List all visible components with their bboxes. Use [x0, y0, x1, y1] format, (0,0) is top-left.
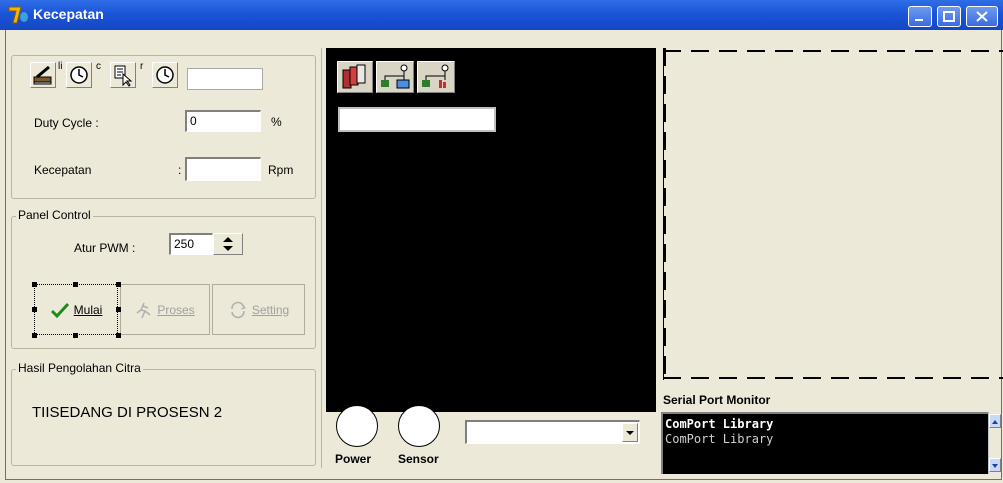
- power-label: Power: [335, 452, 372, 466]
- selection-handle[interactable]: [32, 307, 37, 312]
- selection-handle[interactable]: [116, 333, 121, 338]
- atur-pwm-label: Atur PWM :: [74, 241, 136, 255]
- selection-handle[interactable]: [116, 307, 121, 312]
- clock-icon: [70, 66, 88, 84]
- selection-handle[interactable]: [73, 333, 78, 338]
- dashed-frame: [663, 48, 1003, 379]
- panel-control-title: Panel Control: [16, 208, 93, 222]
- brush-button[interactable]: [30, 62, 56, 88]
- selection-handle[interactable]: [32, 333, 37, 338]
- brush-icon: [33, 65, 52, 85]
- preview-text-field[interactable]: [338, 107, 496, 132]
- chevron-down-icon: [992, 464, 998, 468]
- serial-monitor[interactable]: ComPort Library ComPort Library: [661, 412, 988, 474]
- vertical-divider: [321, 48, 322, 468]
- app-icon: [8, 6, 28, 24]
- network-image-button[interactable]: [376, 61, 414, 93]
- kecepatan-label: Kecepatan: [34, 163, 92, 177]
- duty-cycle-field[interactable]: 0: [185, 110, 261, 132]
- chevron-down-icon: [626, 431, 634, 435]
- kecepatan-unit: Rpm: [268, 163, 294, 177]
- checkmark-icon: [50, 302, 69, 318]
- frames-icon: [342, 64, 366, 89]
- toolbar-tag-1: li: [58, 61, 63, 72]
- serial-monitor-label: Serial Port Monitor: [663, 393, 771, 407]
- title-bar: Kecepatan: [0, 0, 1003, 30]
- proses-button[interactable]: Proses: [120, 284, 210, 335]
- maximize-button[interactable]: [937, 6, 961, 27]
- toolbar-tag-3: r: [140, 61, 144, 72]
- webcam-preview: [326, 48, 656, 412]
- selection-handle[interactable]: [32, 282, 37, 287]
- minimize-button[interactable]: [908, 6, 932, 27]
- hasil-title: Hasil Pengolahan Citra: [16, 361, 143, 375]
- serial-line: ComPort Library: [665, 432, 774, 446]
- sensor-indicator: [398, 405, 440, 447]
- proses-label: Proses: [157, 302, 195, 317]
- sensor-label: Sensor: [398, 452, 439, 466]
- toolbar-tag-2: c: [96, 61, 101, 72]
- close-icon: [976, 11, 988, 22]
- selection-handle[interactable]: [116, 282, 121, 287]
- clock-button-2[interactable]: [152, 62, 178, 88]
- close-button[interactable]: [966, 6, 998, 27]
- serial-line: ComPort Library: [665, 417, 774, 431]
- frames-button[interactable]: [337, 61, 373, 93]
- duty-cycle-unit: %: [271, 115, 282, 129]
- atur-pwm-input[interactable]: 250: [169, 233, 213, 255]
- selection-handle[interactable]: [73, 282, 78, 287]
- setting-label: Setting: [251, 302, 290, 317]
- duty-cycle-label: Duty Cycle :: [34, 116, 99, 130]
- toolbar-field[interactable]: [187, 68, 263, 90]
- mulai-button[interactable]: Mulai: [34, 284, 118, 335]
- run-icon: [136, 302, 151, 318]
- cursor-icon: [114, 65, 133, 87]
- scroll-up-button[interactable]: [989, 414, 1001, 428]
- maximize-icon: [943, 11, 955, 22]
- power-indicator: [336, 405, 378, 447]
- webcam-select[interactable]: [465, 420, 640, 444]
- webcam-dropdown-button[interactable]: [622, 423, 638, 442]
- setting-button[interactable]: Setting: [212, 284, 305, 335]
- kecepatan-colon: :: [178, 163, 182, 177]
- cursor-button[interactable]: [110, 62, 136, 88]
- spinner-arrows-icon: [223, 237, 233, 251]
- kecepatan-field[interactable]: [185, 157, 261, 181]
- chevron-up-icon: [992, 420, 998, 424]
- select-webcam-label: Select Webcam: [467, 392, 555, 406]
- hasil-text: TIISEDANG DI PROSESN 2: [32, 404, 223, 421]
- clock-icon: [156, 66, 174, 84]
- clock-button-1[interactable]: [66, 62, 92, 88]
- network-image-icon: [381, 64, 410, 89]
- scroll-down-button[interactable]: [989, 458, 1001, 472]
- pwm-spinner[interactable]: [213, 233, 243, 255]
- window-title: Kecepatan: [33, 6, 104, 22]
- serial-scrollbar[interactable]: [988, 412, 1001, 474]
- minimize-icon: [915, 19, 923, 21]
- mulai-label: Mulai: [73, 302, 103, 317]
- network-chart-button[interactable]: [417, 61, 455, 93]
- refresh-icon: [231, 301, 246, 318]
- network-chart-icon: [422, 64, 449, 88]
